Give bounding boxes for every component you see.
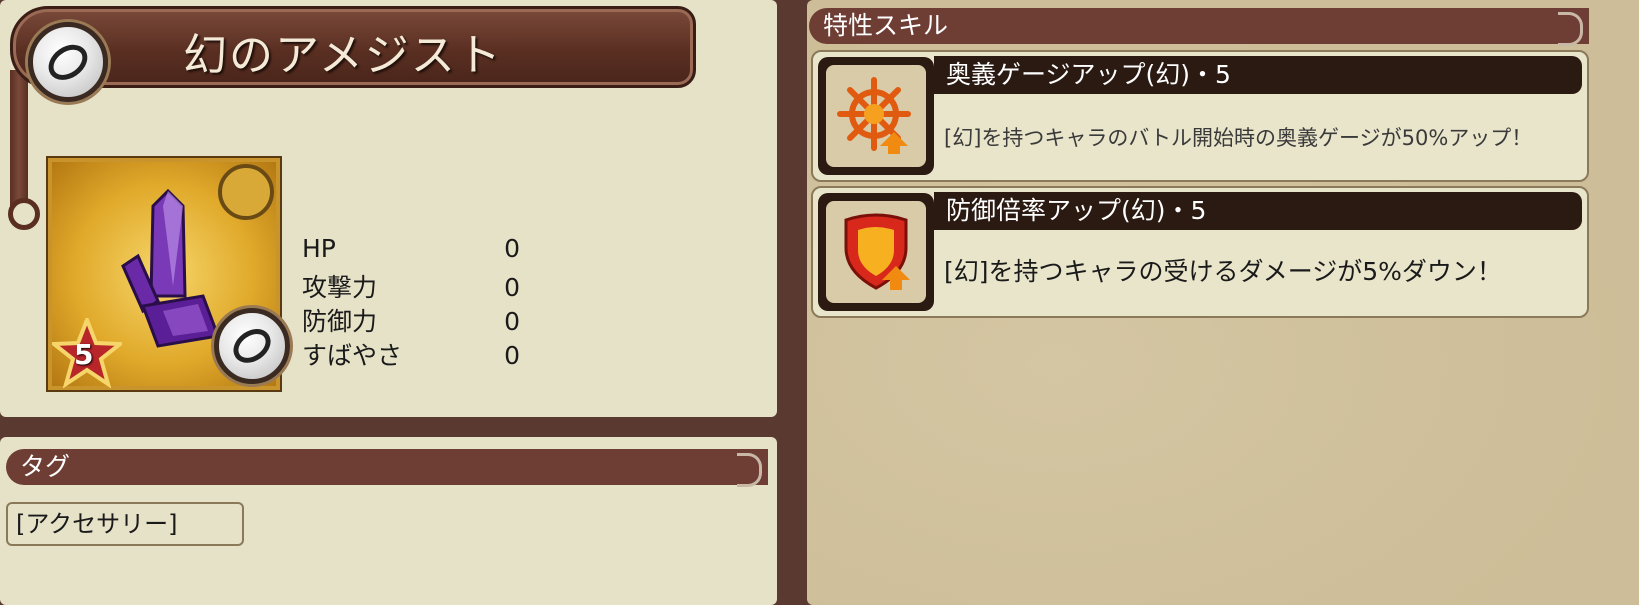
- stat-label: 攻撃力: [302, 273, 378, 302]
- swirl-ornament-icon: [1558, 12, 1583, 46]
- rarity-number: 5: [74, 338, 94, 371]
- ring-icon: [28, 22, 108, 102]
- item-detail-panel: 幻のアメジスト 5 HP 0 攻撃力 0 防御力 0 すばやさ 0: [0, 0, 777, 417]
- stat-row-attack: 攻撃力 0: [302, 268, 520, 304]
- skill-description: [幻]を持つキャラのバトル開始時の奥義ゲージが50%アップ！: [944, 126, 1533, 150]
- skill-card[interactable]: 防御倍率アップ(幻)・5 [幻]を持つキャラの受けるダメージが5%ダウン！: [811, 186, 1589, 318]
- skill-title: 防御倍率アップ(幻)・5: [934, 192, 1582, 230]
- stat-label: 防御力: [302, 307, 378, 336]
- stat-row-hp: HP 0: [302, 234, 520, 263]
- skill-icon-frame: [818, 193, 934, 311]
- shield-icon: [844, 213, 910, 290]
- skill-section-header: 特性スキル: [809, 8, 1589, 46]
- tag-section-header: タグ: [6, 449, 768, 487]
- item-name: 幻のアメジスト: [183, 30, 503, 81]
- skill-header-label: 特性スキル: [823, 11, 949, 40]
- tag-item[interactable]: [アクセサリー]: [6, 502, 244, 546]
- skill-title: 奥義ゲージアップ(幻)・5: [934, 56, 1582, 94]
- stat-value: 0: [504, 273, 520, 302]
- stat-row-defense: 防御力 0: [302, 302, 520, 338]
- stat-row-speed: すばやさ 0: [302, 336, 520, 372]
- amethyst-crystal-icon: [121, 188, 221, 348]
- swirl-ornament-icon: [737, 453, 762, 487]
- skill-description: [幻]を持つキャラの受けるダメージが5%ダウン！: [944, 257, 1502, 286]
- tag-header-label: タグ: [20, 452, 71, 481]
- stat-label: HP: [302, 234, 336, 263]
- item-title-banner: 幻のアメジスト: [10, 6, 696, 88]
- stat-value: 0: [504, 307, 520, 336]
- stat-value: 0: [504, 341, 520, 370]
- stat-label: すばやさ: [302, 341, 403, 370]
- skill-card[interactable]: 奥義ゲージアップ(幻)・5 [幻]を持つキャラのバトル開始時の奥義ゲージが50%…: [811, 50, 1589, 182]
- item-image: 5: [46, 156, 290, 392]
- star-burst-icon: [837, 77, 911, 154]
- title-frame-ornament: [8, 70, 40, 230]
- ring-icon: [214, 308, 290, 384]
- stat-value: 0: [504, 234, 520, 263]
- skill-icon-frame: [818, 57, 934, 175]
